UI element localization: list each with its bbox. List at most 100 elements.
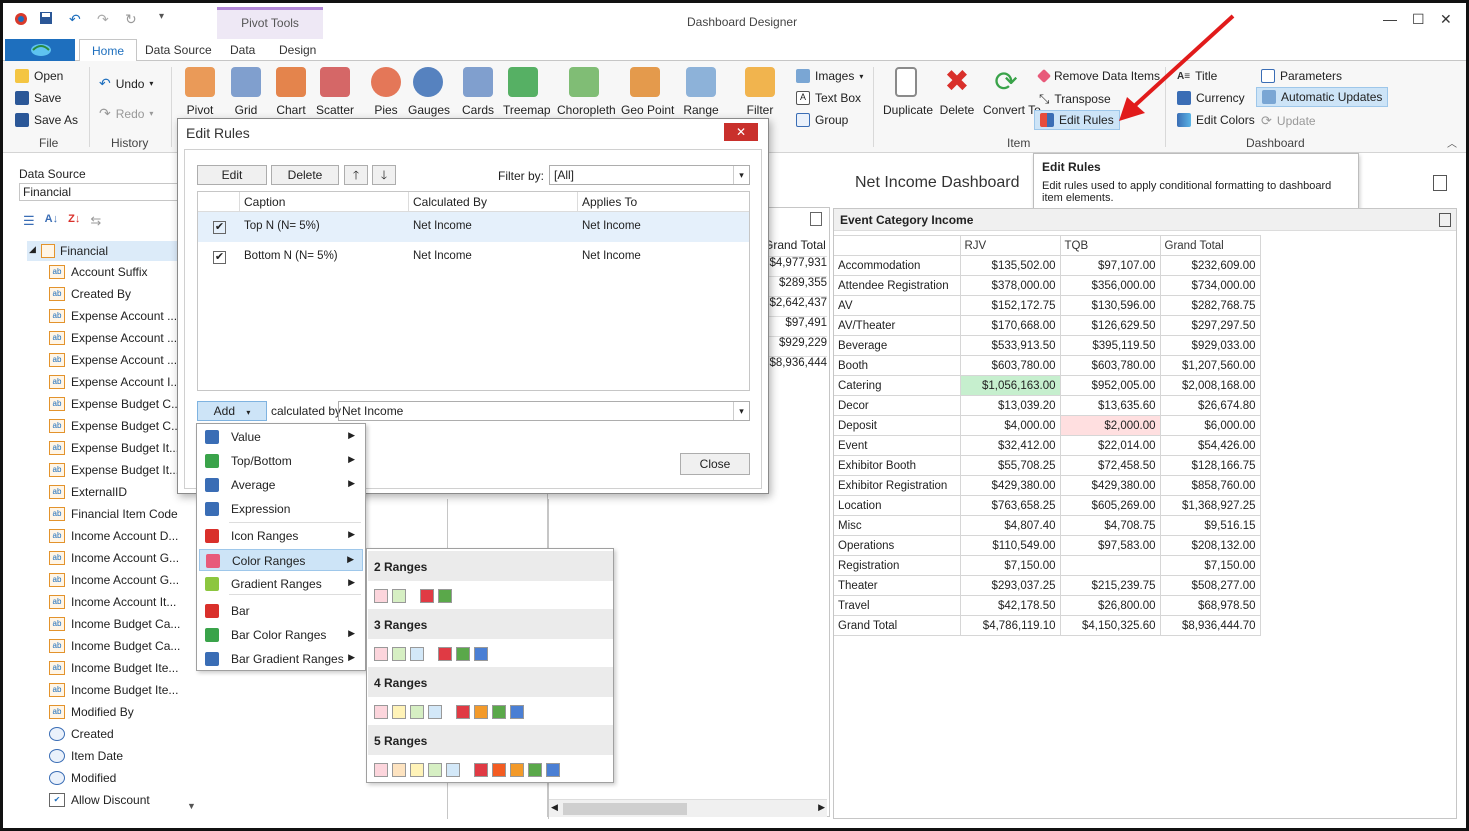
automatic-updates-toggle[interactable]: Automatic Updates: [1256, 87, 1389, 107]
light-palette-swatch[interactable]: [410, 763, 424, 777]
scatter-button[interactable]: Scatter: [315, 67, 355, 117]
save-quick-icon[interactable]: [39, 11, 53, 28]
field-item[interactable]: ✔ Allow Discount: [49, 789, 150, 811]
light-palette-swatch[interactable]: [428, 763, 442, 777]
maximize-icon[interactable]: ☐: [1412, 11, 1425, 28]
treemap-button[interactable]: Treemap: [503, 67, 551, 117]
menu-item-average[interactable]: Average ▶: [199, 474, 363, 496]
collapse-ribbon-icon[interactable]: ︿: [1447, 135, 1457, 150]
delete-button[interactable]: ✖ Delete: [939, 67, 975, 118]
field-item[interactable]: ab Income Account D...: [49, 525, 178, 547]
file-tab[interactable]: [5, 39, 75, 61]
tab-data-source[interactable]: Data Source: [145, 43, 212, 57]
tree-root-financial[interactable]: ◢ Financial: [27, 241, 199, 261]
field-item[interactable]: ab Expense Budget It...: [49, 459, 179, 481]
scroll-thumb[interactable]: [563, 803, 687, 815]
dialog-close-icon[interactable]: ✕: [724, 123, 758, 141]
dark-palette-swatch[interactable]: [456, 705, 470, 719]
light-palette-swatch[interactable]: [392, 589, 406, 603]
export-icon[interactable]: [810, 212, 822, 226]
expand-icon[interactable]: ◢: [29, 244, 36, 255]
field-item[interactable]: ab Income Budget Ca...: [49, 635, 180, 657]
cards-button[interactable]: Cards: [458, 67, 498, 117]
light-palette-swatch[interactable]: [410, 647, 424, 661]
move-down-icon[interactable]: 🡓: [372, 165, 396, 185]
field-item[interactable]: ab Account Suffix: [49, 261, 148, 283]
light-palette-swatch[interactable]: [374, 705, 388, 719]
save-button[interactable]: Save: [15, 91, 61, 105]
horizontal-scrollbar[interactable]: ◀ ▶: [549, 799, 827, 817]
move-up-icon[interactable]: 🡑: [344, 165, 368, 185]
filter-button[interactable]: Filter: [740, 67, 780, 117]
dark-palette-swatch[interactable]: [438, 589, 452, 603]
export-dashboard-icon[interactable]: [1433, 175, 1447, 191]
light-palette-swatch[interactable]: [428, 705, 442, 719]
pies-button[interactable]: Pies: [366, 67, 406, 117]
field-item[interactable]: ab Income Budget Ite...: [49, 679, 178, 701]
light-palette-swatch[interactable]: [410, 705, 424, 719]
dark-palette-swatch[interactable]: [438, 647, 452, 661]
menu-item-bar[interactable]: Bar: [199, 600, 363, 622]
tab-data[interactable]: Data: [230, 43, 255, 57]
minimize-icon[interactable]: —: [1383, 11, 1397, 27]
field-item[interactable]: Modified: [49, 767, 116, 789]
chevron-down-icon[interactable]: ▾: [733, 402, 749, 420]
choropleth-button[interactable]: Choropleth: [557, 67, 616, 117]
dark-palette-swatch[interactable]: [528, 763, 542, 777]
dark-palette-swatch[interactable]: [474, 647, 488, 661]
menu-item-bar-gradient-ranges[interactable]: Bar Gradient Ranges ▶: [199, 648, 363, 670]
dark-palette-swatch[interactable]: [420, 589, 434, 603]
field-item[interactable]: ab Expense Account ...: [49, 349, 177, 371]
dark-palette-swatch[interactable]: [546, 763, 560, 777]
rule-enabled-checkbox[interactable]: ✔: [213, 251, 226, 264]
close-button[interactable]: Close: [680, 453, 750, 475]
undo-quick-icon[interactable]: ↶: [69, 11, 81, 28]
field-item[interactable]: ab Expense Account I...: [49, 371, 180, 393]
duplicate-button[interactable]: Duplicate: [883, 67, 933, 117]
field-item[interactable]: ab Income Account G...: [49, 547, 179, 569]
group-button[interactable]: Group: [796, 113, 848, 127]
menu-item-icon-ranges[interactable]: Icon Ranges ▶: [199, 525, 363, 547]
pivot-button[interactable]: Pivot: [180, 67, 220, 117]
undo-button[interactable]: ↶ Undo ▾: [99, 75, 153, 92]
chart-button[interactable]: Chart: [271, 67, 311, 117]
menu-item-color-ranges[interactable]: Color Ranges ▶: [199, 549, 363, 571]
geo-point-button[interactable]: Geo Point: [621, 67, 674, 117]
menu-item-top-bottom[interactable]: Top/Bottom ▶: [199, 450, 363, 472]
parameters-button[interactable]: Parameters: [1261, 69, 1342, 83]
field-item[interactable]: ab Expense Account ...: [49, 327, 177, 349]
field-item[interactable]: ab ExternalID: [49, 481, 127, 503]
dark-palette-swatch[interactable]: [510, 763, 524, 777]
menu-item-value[interactable]: Value ▶: [199, 426, 363, 448]
close-window-icon[interactable]: ✕: [1440, 11, 1452, 28]
edit-rule-button[interactable]: Edit: [197, 165, 267, 185]
field-item[interactable]: ab Income Budget Ca...: [49, 613, 180, 635]
grid-button[interactable]: Grid: [226, 67, 266, 117]
open-button[interactable]: Open: [15, 69, 63, 83]
light-palette-swatch[interactable]: [446, 763, 460, 777]
redo-button[interactable]: ↷ Redo ▾: [99, 105, 153, 122]
field-item[interactable]: ab Created By: [49, 283, 131, 305]
transpose-button[interactable]: ⤡ Transpose: [1039, 91, 1111, 107]
add-rule-dropdown[interactable]: Add ▾: [197, 401, 267, 421]
dark-palette-swatch[interactable]: [474, 705, 488, 719]
light-palette-swatch[interactable]: [374, 647, 388, 661]
images-button[interactable]: Images ▾: [796, 69, 863, 83]
tab-home[interactable]: Home: [79, 39, 138, 62]
field-item[interactable]: ab Expense Budget C...: [49, 415, 181, 437]
field-item[interactable]: ab Expense Account ...: [49, 305, 177, 327]
customize-qat-icon[interactable]: ▾: [159, 11, 164, 22]
light-palette-swatch[interactable]: [392, 705, 406, 719]
save-as-button[interactable]: Save As: [15, 113, 78, 127]
field-item[interactable]: ab Expense Budget It...: [49, 437, 179, 459]
light-palette-swatch[interactable]: [392, 647, 406, 661]
dark-palette-swatch[interactable]: [474, 763, 488, 777]
dark-palette-swatch[interactable]: [456, 647, 470, 661]
field-item[interactable]: Created: [49, 723, 114, 745]
sort-desc-icon[interactable]: Z↓: [68, 213, 80, 229]
light-palette-swatch[interactable]: [392, 763, 406, 777]
field-item[interactable]: ab Financial Item Code: [49, 503, 178, 525]
scroll-left-icon[interactable]: ◀: [551, 802, 558, 813]
refresh-fields-icon[interactable]: ⇆: [90, 213, 101, 229]
field-item[interactable]: Item Date: [49, 745, 123, 767]
